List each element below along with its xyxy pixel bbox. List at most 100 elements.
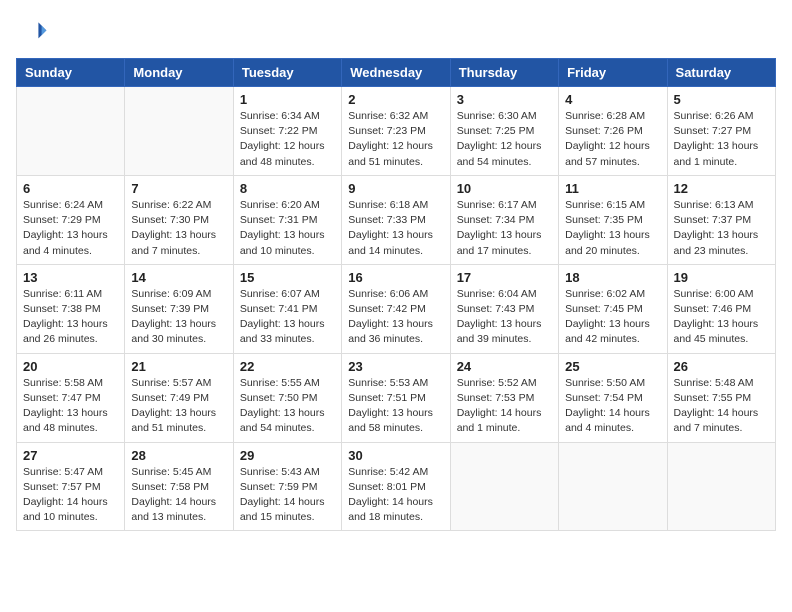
calendar-week-row: 27 Sunrise: 5:47 AM Sunset: 7:57 PM Dayli… bbox=[17, 442, 776, 531]
calendar-cell: 21Sunrise: 5:57 AM Sunset: 7:49 PM Dayli… bbox=[125, 353, 233, 442]
logo-icon bbox=[16, 16, 48, 48]
calendar-cell: 14Sunrise: 6:09 AM Sunset: 7:39 PM Dayli… bbox=[125, 264, 233, 353]
calendar-header-row: SundayMondayTuesdayWednesdayThursdayFrid… bbox=[17, 59, 776, 87]
calendar-cell: 23Sunrise: 5:53 AM Sunset: 7:51 PM Dayli… bbox=[342, 353, 450, 442]
day-number: 7 bbox=[131, 181, 226, 196]
day-info: Sunrise: 6:02 AM Sunset: 7:45 PM Dayligh… bbox=[565, 287, 660, 348]
calendar-cell: 13 Sunrise: 6:11 AM Sunset: 7:38 PM Dayli… bbox=[17, 264, 125, 353]
day-number: 5 bbox=[674, 92, 769, 107]
day-info: Sunrise: 5:42 AM Sunset: 8:01 PM Dayligh… bbox=[348, 465, 443, 526]
day-number: 28 bbox=[131, 448, 226, 463]
day-info: Sunrise: 5:48 AM Sunset: 7:55 PM Dayligh… bbox=[674, 376, 769, 437]
calendar-cell: 3 Sunrise: 6:30 AM Sunset: 7:25 PM Daylig… bbox=[450, 87, 558, 176]
day-number: 12 bbox=[674, 181, 769, 196]
calendar-week-row: 20 Sunrise: 5:58 AM Sunset: 7:47 PM Dayli… bbox=[17, 353, 776, 442]
day-number: 13 bbox=[23, 270, 118, 285]
day-info: Sunrise: 6:24 AM Sunset: 7:29 PM Dayligh… bbox=[23, 198, 118, 259]
day-number: 9 bbox=[348, 181, 443, 196]
day-info: Sunrise: 6:13 AM Sunset: 7:37 PM Dayligh… bbox=[674, 198, 769, 259]
day-info: Sunrise: 6:28 AM Sunset: 7:26 PM Dayligh… bbox=[565, 109, 660, 170]
day-number: 3 bbox=[457, 92, 552, 107]
day-header-wednesday: Wednesday bbox=[342, 59, 450, 87]
day-header-saturday: Saturday bbox=[667, 59, 775, 87]
day-info: Sunrise: 6:15 AM Sunset: 7:35 PM Dayligh… bbox=[565, 198, 660, 259]
day-header-sunday: Sunday bbox=[17, 59, 125, 87]
day-info: Sunrise: 6:11 AM Sunset: 7:38 PM Dayligh… bbox=[23, 287, 118, 348]
calendar-week-row: 1 Sunrise: 6:34 AM Sunset: 7:22 PM Daylig… bbox=[17, 87, 776, 176]
calendar-cell: 8 Sunrise: 6:20 AM Sunset: 7:31 PM Daylig… bbox=[233, 175, 341, 264]
calendar-cell bbox=[17, 87, 125, 176]
calendar-week-row: 13 Sunrise: 6:11 AM Sunset: 7:38 PM Dayli… bbox=[17, 264, 776, 353]
day-info: Sunrise: 6:34 AM Sunset: 7:22 PM Dayligh… bbox=[240, 109, 335, 170]
calendar-cell: 26Sunrise: 5:48 AM Sunset: 7:55 PM Dayli… bbox=[667, 353, 775, 442]
calendar-cell: 25 Sunrise: 5:50 AM Sunset: 7:54 PM Dayli… bbox=[559, 353, 667, 442]
day-info: Sunrise: 6:26 AM Sunset: 7:27 PM Dayligh… bbox=[674, 109, 769, 170]
day-number: 25 bbox=[565, 359, 660, 374]
day-info: Sunrise: 5:45 AM Sunset: 7:58 PM Dayligh… bbox=[131, 465, 226, 526]
logo bbox=[16, 16, 52, 48]
calendar-cell: 11Sunrise: 6:15 AM Sunset: 7:35 PM Dayli… bbox=[559, 175, 667, 264]
day-number: 21 bbox=[131, 359, 226, 374]
page-header bbox=[16, 16, 776, 48]
calendar-cell: 4 Sunrise: 6:28 AM Sunset: 7:26 PM Daylig… bbox=[559, 87, 667, 176]
day-number: 14 bbox=[131, 270, 226, 285]
day-info: Sunrise: 6:17 AM Sunset: 7:34 PM Dayligh… bbox=[457, 198, 552, 259]
day-number: 18 bbox=[565, 270, 660, 285]
day-info: Sunrise: 6:20 AM Sunset: 7:31 PM Dayligh… bbox=[240, 198, 335, 259]
day-number: 23 bbox=[348, 359, 443, 374]
calendar-cell: 9 Sunrise: 6:18 AM Sunset: 7:33 PM Daylig… bbox=[342, 175, 450, 264]
day-number: 27 bbox=[23, 448, 118, 463]
calendar-cell bbox=[667, 442, 775, 531]
calendar-cell: 5 Sunrise: 6:26 AM Sunset: 7:27 PM Daylig… bbox=[667, 87, 775, 176]
calendar-cell: 12 Sunrise: 6:13 AM Sunset: 7:37 PM Dayli… bbox=[667, 175, 775, 264]
day-number: 16 bbox=[348, 270, 443, 285]
calendar-cell: 6 Sunrise: 6:24 AM Sunset: 7:29 PM Daylig… bbox=[17, 175, 125, 264]
calendar-cell: 24 Sunrise: 5:52 AM Sunset: 7:53 PM Dayli… bbox=[450, 353, 558, 442]
day-info: Sunrise: 5:58 AM Sunset: 7:47 PM Dayligh… bbox=[23, 376, 118, 437]
calendar-cell bbox=[450, 442, 558, 531]
calendar-cell bbox=[125, 87, 233, 176]
calendar-cell: 16 Sunrise: 6:06 AM Sunset: 7:42 PM Dayli… bbox=[342, 264, 450, 353]
calendar-cell: 7 Sunrise: 6:22 AM Sunset: 7:30 PM Daylig… bbox=[125, 175, 233, 264]
day-info: Sunrise: 6:06 AM Sunset: 7:42 PM Dayligh… bbox=[348, 287, 443, 348]
day-number: 8 bbox=[240, 181, 335, 196]
calendar-cell: 18 Sunrise: 6:02 AM Sunset: 7:45 PM Dayli… bbox=[559, 264, 667, 353]
day-info: Sunrise: 5:47 AM Sunset: 7:57 PM Dayligh… bbox=[23, 465, 118, 526]
day-number: 19 bbox=[674, 270, 769, 285]
day-info: Sunrise: 6:22 AM Sunset: 7:30 PM Dayligh… bbox=[131, 198, 226, 259]
day-number: 2 bbox=[348, 92, 443, 107]
calendar-cell: 19 Sunrise: 6:00 AM Sunset: 7:46 PM Dayli… bbox=[667, 264, 775, 353]
day-number: 20 bbox=[23, 359, 118, 374]
day-info: Sunrise: 6:07 AM Sunset: 7:41 PM Dayligh… bbox=[240, 287, 335, 348]
day-info: Sunrise: 5:52 AM Sunset: 7:53 PM Dayligh… bbox=[457, 376, 552, 437]
day-info: Sunrise: 6:18 AM Sunset: 7:33 PM Dayligh… bbox=[348, 198, 443, 259]
day-info: Sunrise: 5:43 AM Sunset: 7:59 PM Dayligh… bbox=[240, 465, 335, 526]
calendar-cell: 28 Sunrise: 5:45 AM Sunset: 7:58 PM Dayli… bbox=[125, 442, 233, 531]
day-number: 22 bbox=[240, 359, 335, 374]
day-info: Sunrise: 5:50 AM Sunset: 7:54 PM Dayligh… bbox=[565, 376, 660, 437]
calendar-cell: 1 Sunrise: 6:34 AM Sunset: 7:22 PM Daylig… bbox=[233, 87, 341, 176]
day-info: Sunrise: 6:04 AM Sunset: 7:43 PM Dayligh… bbox=[457, 287, 552, 348]
day-header-monday: Monday bbox=[125, 59, 233, 87]
day-info: Sunrise: 6:30 AM Sunset: 7:25 PM Dayligh… bbox=[457, 109, 552, 170]
day-number: 24 bbox=[457, 359, 552, 374]
calendar-table: SundayMondayTuesdayWednesdayThursdayFrid… bbox=[16, 58, 776, 531]
day-header-friday: Friday bbox=[559, 59, 667, 87]
calendar-cell: 2 Sunrise: 6:32 AM Sunset: 7:23 PM Daylig… bbox=[342, 87, 450, 176]
day-number: 1 bbox=[240, 92, 335, 107]
calendar-cell: 10 Sunrise: 6:17 AM Sunset: 7:34 PM Dayli… bbox=[450, 175, 558, 264]
day-number: 10 bbox=[457, 181, 552, 196]
calendar-cell: 17 Sunrise: 6:04 AM Sunset: 7:43 PM Dayli… bbox=[450, 264, 558, 353]
calendar-week-row: 6 Sunrise: 6:24 AM Sunset: 7:29 PM Daylig… bbox=[17, 175, 776, 264]
day-number: 17 bbox=[457, 270, 552, 285]
day-header-tuesday: Tuesday bbox=[233, 59, 341, 87]
calendar-cell: 30Sunrise: 5:42 AM Sunset: 8:01 PM Dayli… bbox=[342, 442, 450, 531]
day-header-thursday: Thursday bbox=[450, 59, 558, 87]
day-number: 6 bbox=[23, 181, 118, 196]
day-info: Sunrise: 6:00 AM Sunset: 7:46 PM Dayligh… bbox=[674, 287, 769, 348]
calendar-cell bbox=[559, 442, 667, 531]
calendar-cell: 15Sunrise: 6:07 AM Sunset: 7:41 PM Dayli… bbox=[233, 264, 341, 353]
calendar-cell: 29Sunrise: 5:43 AM Sunset: 7:59 PM Dayli… bbox=[233, 442, 341, 531]
day-number: 4 bbox=[565, 92, 660, 107]
day-info: Sunrise: 6:32 AM Sunset: 7:23 PM Dayligh… bbox=[348, 109, 443, 170]
